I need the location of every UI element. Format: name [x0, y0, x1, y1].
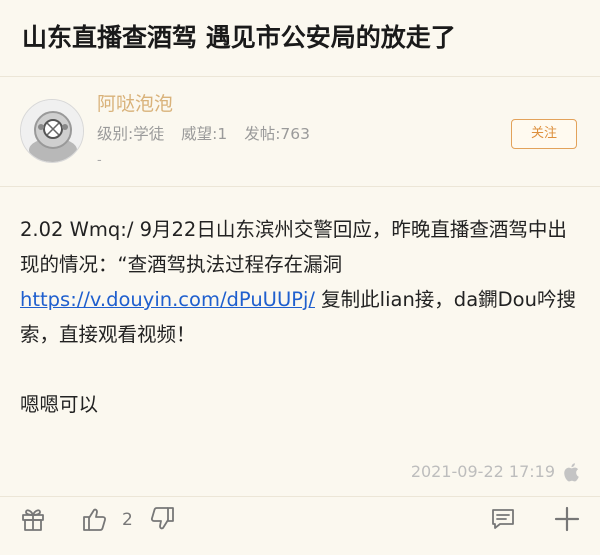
divider: [0, 76, 600, 77]
author-level: 级别:学徒: [97, 125, 165, 143]
action-bar: 2: [0, 505, 600, 545]
divider: [0, 186, 600, 187]
author-name[interactable]: 阿哒泡泡: [97, 90, 173, 118]
avatar-image: [21, 100, 83, 162]
divider: [0, 496, 600, 497]
author-prestige: 威望:1: [181, 125, 228, 143]
thumbs-up-icon[interactable]: [81, 505, 109, 533]
author-extra: -: [97, 153, 102, 168]
comment-icon[interactable]: [489, 505, 517, 533]
post-timestamp: 2021-09-22 17:19: [410, 462, 555, 481]
post-body: 2.02 Wmq:/ 9月22日山东滨州交警回应，昨晚直播查酒驾中出现的情况：“…: [20, 212, 580, 352]
plus-icon[interactable]: [553, 505, 581, 533]
post-title: 山东直播查酒驾 遇见市公安局的放走了: [22, 23, 456, 52]
follow-button[interactable]: 关注: [511, 119, 577, 149]
author-meta: 级别:学徒 威望:1 发帖:763: [97, 122, 322, 146]
like-count: 2: [122, 510, 133, 530]
post-link[interactable]: https://v.douyin.com/dPuUUPj/: [20, 288, 315, 311]
author-post-count: 发帖:763: [244, 125, 311, 143]
avatar[interactable]: [20, 99, 84, 163]
post-content: 2.02 Wmq:/ 9月22日山东滨州交警回应，昨晚直播查酒驾中出现的情况：“…: [20, 212, 580, 422]
post-text-secondary: 嗯嗯可以: [20, 393, 99, 416]
gift-icon[interactable]: [19, 505, 47, 533]
post-text: 2.02 Wmq:/ 9月22日山东滨州交警回应，昨晚直播查酒驾中出现的情况：“…: [20, 218, 567, 276]
thumbs-down-icon[interactable]: [148, 505, 176, 533]
apple-icon: [564, 463, 579, 482]
